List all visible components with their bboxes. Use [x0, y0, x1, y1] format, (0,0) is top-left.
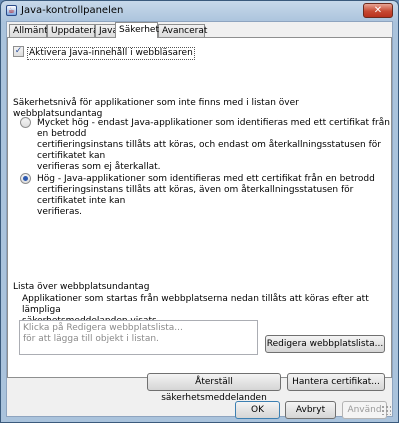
dialog-body: Allmänt Uppdatera Java Säkerhet Avancera…	[6, 21, 393, 419]
cancel-button[interactable]: Avbryt	[285, 401, 336, 419]
tab-java[interactable]: Java	[95, 24, 118, 37]
site-list-placeholder-line: Klicka på Redigera webbplatslista...	[23, 323, 183, 333]
exception-list-heading: Lista över webbplatsundantag	[13, 282, 150, 292]
resize-grip[interactable]	[381, 405, 391, 415]
high-line: verifieras.	[37, 207, 83, 217]
restore-security-prompts-button[interactable]: Återställ säkerhetsmeddelanden	[147, 373, 281, 403]
java-control-panel-window: ☕ Java-kontrollpanelen ✕ Allmänt Uppdate…	[0, 0, 399, 423]
very-high-line: certifieringsinstans tillåts att köras, …	[37, 140, 381, 161]
very-high-radio[interactable]	[20, 117, 31, 128]
tab-allmant[interactable]: Allmänt	[9, 24, 48, 37]
title-bar[interactable]: ☕ Java-kontrollpanelen ✕	[1, 1, 398, 21]
close-button[interactable]: ✕	[363, 3, 393, 18]
manage-certificates-button[interactable]: Hantera certifikat...	[287, 373, 385, 391]
edit-site-list-button[interactable]: Redigera webbplatslista...	[265, 335, 385, 353]
tab-uppdatera[interactable]: Uppdatera	[47, 24, 99, 37]
very-high-description[interactable]: Mycket hög - endast Java-applikationer s…	[37, 118, 391, 173]
site-list-placeholder-line: för att lägga till objekt i listan.	[23, 334, 159, 344]
security-tab-panel: ✓ Aktivera Java-innehåll i webbläsaren S…	[7, 37, 392, 403]
exception-site-list[interactable]: Klicka på Redigera webbplatslista... för…	[19, 320, 258, 355]
high-line: certifieringsinstans tillåts att köras, …	[37, 185, 354, 206]
very-high-line: verifieras som ej återkallat.	[37, 162, 161, 172]
high-description[interactable]: Hög - Java-applikationer som identifiera…	[37, 174, 391, 218]
exception-description-line: Applikationer som startas från webbplats…	[22, 294, 369, 315]
ok-button[interactable]: OK	[235, 401, 280, 419]
window-title: Java-kontrollpanelen	[21, 5, 124, 16]
very-high-line: Mycket hög - endast Java-applikationer s…	[37, 118, 390, 139]
high-line: Hög - Java-applikationer som identifiera…	[37, 174, 375, 184]
enable-java-browser-checkbox[interactable]: ✓	[13, 46, 24, 57]
enable-java-browser-label[interactable]: Aktivera Java-innehåll i webbläsaren	[27, 47, 195, 60]
radio-selected-dot	[23, 176, 28, 181]
tab-sakerhet[interactable]: Säkerhet	[115, 22, 159, 38]
tab-avancerat[interactable]: Avancerat	[158, 24, 207, 37]
java-app-icon: ☕	[6, 5, 17, 16]
security-level-heading: Säkerhetsnivå för applikationer som inte…	[13, 98, 299, 119]
high-radio[interactable]	[20, 173, 31, 184]
